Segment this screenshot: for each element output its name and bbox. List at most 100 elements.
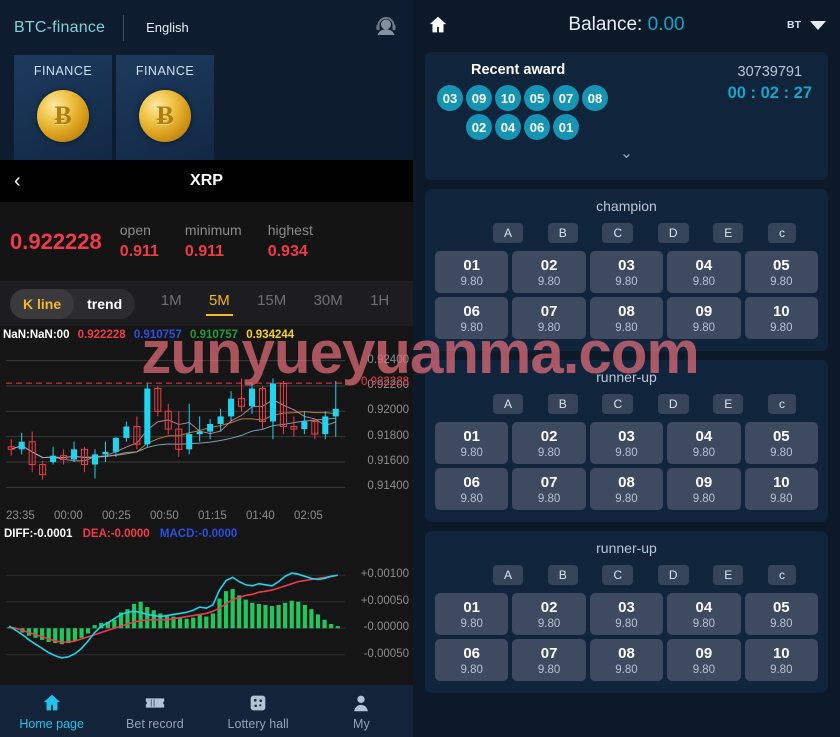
bet-section: champion A B C D Ec 01 9.80 02 9.80 03 9.80 04 9.80 05… — [425, 189, 828, 351]
bet-grid: 01 9.80 02 9.80 03 9.80 04 9.80 05 9.80 06 9.80 07 9.… — [435, 422, 818, 510]
timeframe-30m[interactable]: 30M — [314, 292, 343, 316]
chevron-left-icon[interactable]: ‹ — [14, 171, 21, 191]
letter-tab-d[interactable]: D — [657, 394, 689, 414]
letter-tab-b[interactable]: B — [547, 394, 578, 414]
bet-number: 04 — [695, 598, 713, 616]
bet-cell[interactable]: 05 9.80 — [744, 422, 818, 464]
timeframe-5m[interactable]: 5M — [205, 292, 233, 316]
current-price: 0.922228 — [10, 228, 102, 254]
language-selector[interactable]: English — [146, 20, 189, 35]
finance-card[interactable]: FINANCE Ƀ — [116, 55, 214, 160]
nav-item-lottery-hall[interactable]: Lottery hall — [207, 685, 310, 737]
bet-cell[interactable]: 02 9.80 — [512, 593, 586, 635]
chevron-down-icon[interactable]: ⌄ — [437, 146, 816, 162]
timeframe-1h[interactable]: 1H — [370, 292, 389, 316]
bet-number: 09 — [695, 644, 713, 662]
bet-cell[interactable]: 04 9.80 — [667, 593, 741, 635]
bet-cell[interactable]: 09 9.80 — [667, 297, 741, 339]
tab-trend[interactable]: trend — [74, 289, 135, 319]
bet-cell[interactable]: 10 9.80 — [744, 297, 818, 339]
letter-tab-d[interactable]: D — [657, 223, 689, 243]
finance-card[interactable]: FINANCE Ƀ — [14, 55, 112, 160]
bet-odds: 9.80 — [537, 492, 561, 505]
currency-selector[interactable]: BT — [787, 19, 826, 31]
letter-tab-c[interactable]: c — [767, 394, 796, 414]
quote-stat-label: open — [119, 222, 151, 238]
bet-cell[interactable]: 01 9.80 — [435, 593, 509, 635]
bet-cell[interactable]: 05 9.80 — [744, 593, 818, 635]
bet-cell[interactable]: 03 9.80 — [589, 422, 664, 464]
award-balls: 03 09 10 05 07 08 02 04 06 01 — [437, 85, 657, 140]
timeframe-15m[interactable]: 15M — [257, 292, 286, 316]
macd-tick: -0.00000 — [363, 621, 409, 634]
nav-label: My — [353, 716, 370, 731]
candlestick-chart[interactable]: NaN:NaN:00 0.922228 0.910757 0.910757 0.… — [0, 326, 413, 506]
time-tick: 01:40 — [246, 510, 275, 522]
headset-icon[interactable] — [373, 15, 399, 41]
macd-legend: DIFF:-0.0001 DEA:-0.0000 MACD:-0.0000 — [0, 528, 413, 548]
bet-cell[interactable]: 06 9.80 — [435, 468, 509, 510]
letter-tab-a[interactable]: A — [493, 565, 524, 585]
letter-tab-c[interactable]: c — [767, 223, 796, 243]
nav-item-my[interactable]: My — [310, 685, 413, 737]
bet-cell[interactable]: 03 9.80 — [589, 251, 664, 293]
letter-tab-c[interactable]: C — [602, 223, 634, 243]
timeframe-1m[interactable]: 1M — [161, 292, 182, 316]
letter-tab-d[interactable]: D — [657, 565, 689, 585]
bet-cell[interactable]: 08 9.80 — [589, 468, 664, 510]
bet-odds: 9.80 — [460, 446, 483, 459]
home-icon[interactable] — [427, 14, 449, 36]
bet-cell[interactable]: 04 9.80 — [667, 251, 741, 293]
bet-number: 07 — [540, 473, 558, 491]
letter-tab-c[interactable]: c — [767, 565, 796, 585]
bet-cell[interactable]: 04 9.80 — [667, 422, 741, 464]
bet-cell[interactable]: 07 9.80 — [512, 639, 586, 681]
bet-cell[interactable]: 05 9.80 — [744, 251, 818, 293]
bet-section: runner-up A B C D Ec 01 9.80 02 9.80 03 9.80 04 9.80 0… — [425, 360, 828, 522]
bet-cell[interactable]: 08 9.80 — [589, 639, 664, 681]
letter-tab-c[interactable]: C — [602, 394, 634, 414]
bet-cell[interactable]: 06 9.80 — [435, 639, 509, 681]
bet-cell[interactable]: 09 9.80 — [667, 639, 741, 681]
letter-tab-e[interactable]: E — [713, 565, 744, 585]
bet-odds: 9.80 — [770, 663, 793, 676]
letter-tab-c[interactable]: C — [602, 565, 634, 585]
letter-tab-a[interactable]: A — [493, 223, 524, 243]
bet-cell[interactable]: 07 9.80 — [512, 297, 586, 339]
bet-number: 08 — [618, 302, 635, 320]
quote-bar: 0.922228 open 0.911 minimum 0.911 highes… — [0, 202, 413, 281]
bet-cell[interactable]: 06 9.80 — [435, 297, 509, 339]
bet-number: 07 — [540, 644, 558, 662]
bet-cell[interactable]: 08 9.80 — [589, 297, 664, 339]
bet-cell[interactable]: 07 9.80 — [512, 468, 586, 510]
tab-kline[interactable]: K line — [10, 288, 75, 319]
time-tick: 00:50 — [150, 510, 179, 522]
macd-diff: DIFF:-0.0001 — [4, 528, 73, 540]
letter-tab-e[interactable]: E — [713, 394, 744, 414]
bet-odds: 9.80 — [537, 617, 561, 630]
bet-cell[interactable]: 02 9.80 — [512, 422, 586, 464]
macd-chart[interactable]: +0.00100 +0.00050 -0.00000 -0.00050 — [0, 548, 413, 688]
letter-tab-b[interactable]: B — [547, 565, 578, 585]
legend-high: 0.934244 — [246, 329, 295, 341]
award-ball: 02 — [466, 114, 492, 140]
letter-tab-b[interactable]: B — [547, 223, 578, 243]
letter-tab-e[interactable]: E — [713, 223, 744, 243]
bet-cell[interactable]: 09 9.80 — [667, 468, 741, 510]
bet-odds: 9.80 — [692, 275, 716, 288]
nav-item-home[interactable]: Home page — [0, 685, 103, 737]
bet-cell[interactable]: 01 9.80 — [435, 422, 509, 464]
bet-cell[interactable]: 03 9.80 — [589, 593, 664, 635]
bet-cell[interactable]: 10 9.80 — [744, 468, 818, 510]
bet-section-title: runner-up — [596, 540, 657, 556]
bet-cell[interactable]: 01 9.80 — [435, 251, 509, 293]
bet-cell[interactable]: 10 9.80 — [744, 639, 818, 681]
award-ball: 04 — [495, 114, 521, 140]
nav-label: Lottery hall — [227, 716, 289, 731]
quote-stat-highest: highest 0.934 — [268, 222, 313, 261]
bet-cell[interactable]: 02 9.80 — [512, 251, 586, 293]
nav-item-bet-record[interactable]: Bet record — [103, 685, 206, 737]
letter-tab-a[interactable]: A — [493, 394, 524, 414]
finance-card-label: FINANCE — [33, 64, 93, 78]
person-icon — [354, 695, 369, 711]
